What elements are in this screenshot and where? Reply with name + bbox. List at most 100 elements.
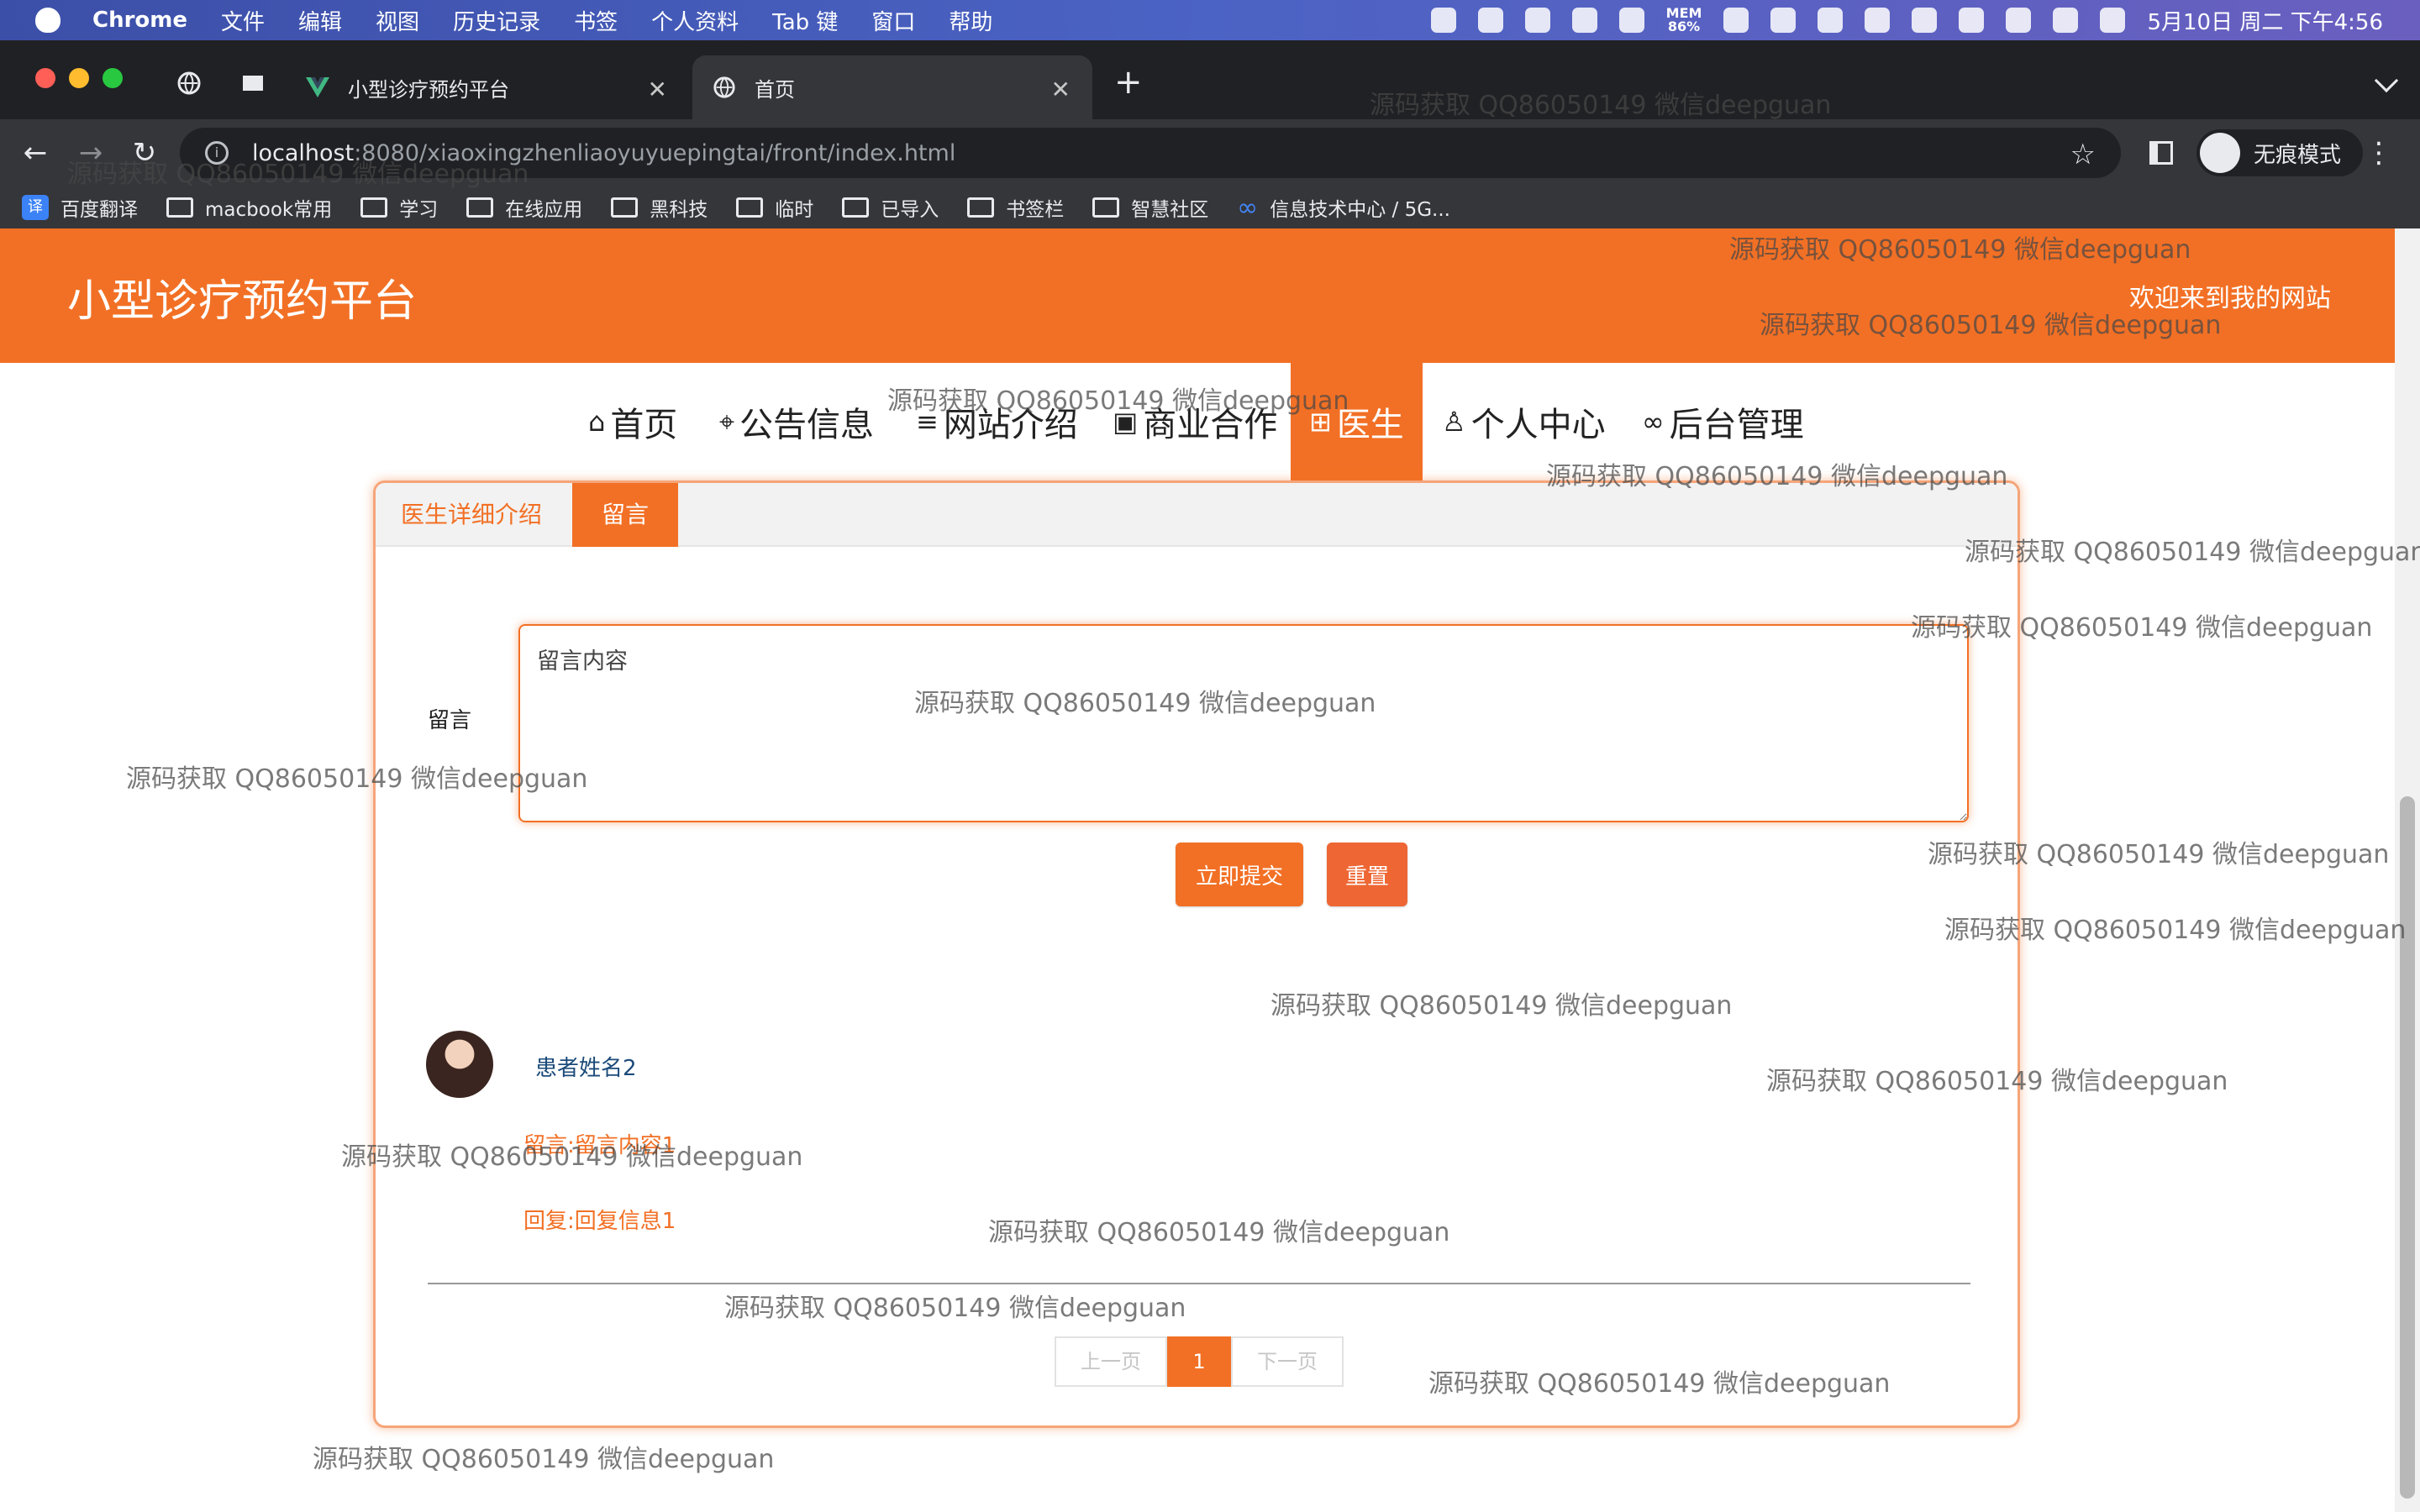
web-page: 小型诊疗预约平台 欢迎来到我的网站 ⌂ 首页 ⌖ 公告信息 ≡ 网站介绍 ▣ 商业合作 … [0, 228, 2420, 1512]
bookmark-folder[interactable]: macbook常用 [166, 193, 332, 222]
word-icon[interactable] [1477, 8, 1503, 33]
incognito-profile-button[interactable]: 无痕模式 [2196, 129, 2364, 176]
folder-icon [736, 197, 764, 218]
menu-view[interactable]: 视图 [376, 5, 419, 36]
prev-page-button[interactable]: 上一页 [1055, 1336, 1167, 1387]
nav-announcements[interactable]: ⌖ 公告信息 [719, 363, 874, 480]
nav-doctors[interactable]: ⊞ 医生 [1291, 363, 1423, 480]
apple-logo-icon[interactable] [35, 8, 60, 33]
bookmark-folder[interactable]: 智慧社区 [1092, 193, 1208, 222]
site-header: 小型诊疗预约平台 欢迎来到我的网站 [0, 228, 2395, 363]
display-icon[interactable] [1865, 8, 1891, 33]
grid-icon: ⊞ [1309, 406, 1332, 438]
sliders-icon: ≡ [916, 406, 939, 438]
maximize-window-button[interactable] [103, 68, 123, 88]
bookmark-baidu-translate[interactable]: 译百度翻译 [22, 193, 138, 222]
close-window-button[interactable] [35, 68, 55, 88]
incognito-icon [2200, 133, 2240, 173]
comment-message: 留言:留言内容1 [523, 1133, 676, 1158]
folder-icon [466, 197, 494, 218]
control-center-icon[interactable] [2053, 8, 2079, 33]
welcome-text: 欢迎来到我的网站 [2129, 284, 2331, 313]
chat-icon[interactable] [1571, 8, 1597, 33]
translate-icon: 译 [22, 195, 49, 220]
app-icon[interactable] [1618, 8, 1644, 33]
site-info-icon[interactable]: i [205, 141, 229, 165]
submit-button[interactable]: 立即提交 [1176, 843, 1303, 906]
menu-file[interactable]: 文件 [221, 5, 265, 36]
menu-window[interactable]: 窗口 [871, 5, 915, 36]
new-tab-button[interactable]: + [1114, 66, 1143, 99]
globe-icon[interactable] [176, 71, 202, 96]
url-text[interactable]: localhost:8080/xiaoxingzhenliaoyuyueping… [252, 140, 955, 166]
nav-personal-center[interactable]: ♙ 个人中心 [1442, 363, 1606, 480]
bookmark-folder[interactable]: 临时 [736, 193, 813, 222]
battery-icon[interactable] [1959, 8, 1985, 33]
browser-toolbar: ← → ↻ i localhost:8080/xiaoxingzhenliaoy… [0, 119, 2420, 186]
folder-icon [1092, 197, 1120, 218]
bookmark-folder[interactable]: 已导入 [842, 193, 939, 222]
menu-help[interactable]: 帮助 [949, 5, 992, 36]
bookmark-star-icon[interactable]: ☆ [2070, 138, 2096, 171]
folder-icon [611, 197, 639, 218]
back-arrow-icon[interactable]: ← [17, 134, 54, 171]
tab-message[interactable]: 留言 [572, 483, 678, 547]
bluetooth-icon[interactable] [1912, 8, 1938, 33]
tag-icon: ⌖ [719, 405, 735, 438]
bookmark-folder[interactable]: 学习 [360, 193, 438, 222]
window-icon[interactable] [240, 71, 266, 96]
more-menu-icon[interactable]: ⋮ [2365, 136, 2393, 170]
folder-icon [842, 197, 870, 218]
close-tab-icon[interactable]: ✕ [648, 76, 667, 103]
nav-business-cooperation[interactable]: ▣ 商业合作 [1113, 363, 1277, 480]
close-tab-icon[interactable]: ✕ [1051, 76, 1071, 103]
tab-title: 小型诊疗预约平台 [348, 77, 509, 102]
side-panel-icon[interactable] [2149, 141, 2173, 165]
next-page-button[interactable]: 下一页 [1231, 1336, 1344, 1387]
clock[interactable]: 5月10日 周二 下午4:56 [2147, 5, 2383, 36]
address-bar[interactable]: i localhost:8080/xiaoxingzhenliaoyuyuepi… [180, 128, 2121, 178]
message-textarea[interactable] [518, 624, 1969, 822]
avatar [426, 1031, 493, 1098]
menu-edit[interactable]: 编辑 [298, 5, 342, 36]
current-page-button[interactable]: 1 [1167, 1336, 1231, 1387]
menu-profiles[interactable]: 个人资料 [651, 5, 739, 36]
bookmark-folder[interactable]: 在线应用 [466, 193, 582, 222]
tab-doctor-platform[interactable]: 小型诊疗预约平台 ✕ [286, 55, 689, 119]
main-nav: ⌂ 首页 ⌖ 公告信息 ≡ 网站介绍 ▣ 商业合作 ⊞ 医生 ♙ 个人中心 ∞ 后台管理 [0, 363, 2395, 480]
infinity-icon: ∞ [1237, 192, 1259, 223]
home-icon: ⌂ [588, 406, 606, 438]
bookmark-folder[interactable]: 黑科技 [611, 193, 708, 222]
search-icon[interactable] [2100, 8, 2126, 33]
menu-app-name[interactable]: Chrome [92, 8, 187, 33]
reset-button[interactable]: 重置 [1327, 843, 1407, 906]
comment-user-name: 患者姓名2 [535, 1056, 637, 1081]
user-icon: ♙ [1442, 406, 1466, 438]
menu-history[interactable]: 历史记录 [453, 5, 540, 36]
menu-tab[interactable]: Tab 键 [772, 5, 838, 36]
power-icon[interactable] [1723, 8, 1749, 33]
detail-tabs: 医生详细介绍 留言 [376, 483, 2018, 547]
wifi-icon[interactable] [2006, 8, 2032, 33]
minimize-window-button[interactable] [69, 68, 89, 88]
forward-arrow-icon[interactable]: → [72, 134, 109, 171]
tab-search-chevron-icon[interactable] [2374, 68, 2399, 93]
bookmark-folder[interactable]: 书签栏 [967, 193, 1064, 222]
menu-bookmarks[interactable]: 书签 [574, 5, 618, 36]
reload-icon[interactable]: ↻ [126, 134, 163, 171]
network-icon[interactable] [1818, 8, 1844, 33]
bookmark-info-center[interactable]: ∞ 信息技术中心 / 5G... [1237, 193, 1450, 223]
site-title: 小型诊疗预约平台 [67, 276, 418, 327]
scrollbar-thumb[interactable] [2400, 796, 2415, 1499]
windows-icon[interactable] [1770, 8, 1797, 33]
tab-doctor-intro[interactable]: 医生详细介绍 [376, 483, 567, 547]
tab-home[interactable]: 首页 ✕ [692, 55, 1092, 119]
globe-icon [713, 76, 736, 99]
nav-admin[interactable]: ∞ 后台管理 [1642, 363, 1804, 480]
bell-icon[interactable] [1524, 8, 1550, 33]
nav-home[interactable]: ⌂ 首页 [588, 363, 677, 480]
memory-indicator[interactable]: MEM 86% [1666, 7, 1702, 34]
nav-site-intro[interactable]: ≡ 网站介绍 [916, 363, 1078, 480]
stop-icon[interactable] [1430, 8, 1456, 33]
page-scrollbar[interactable] [2395, 228, 2420, 1512]
